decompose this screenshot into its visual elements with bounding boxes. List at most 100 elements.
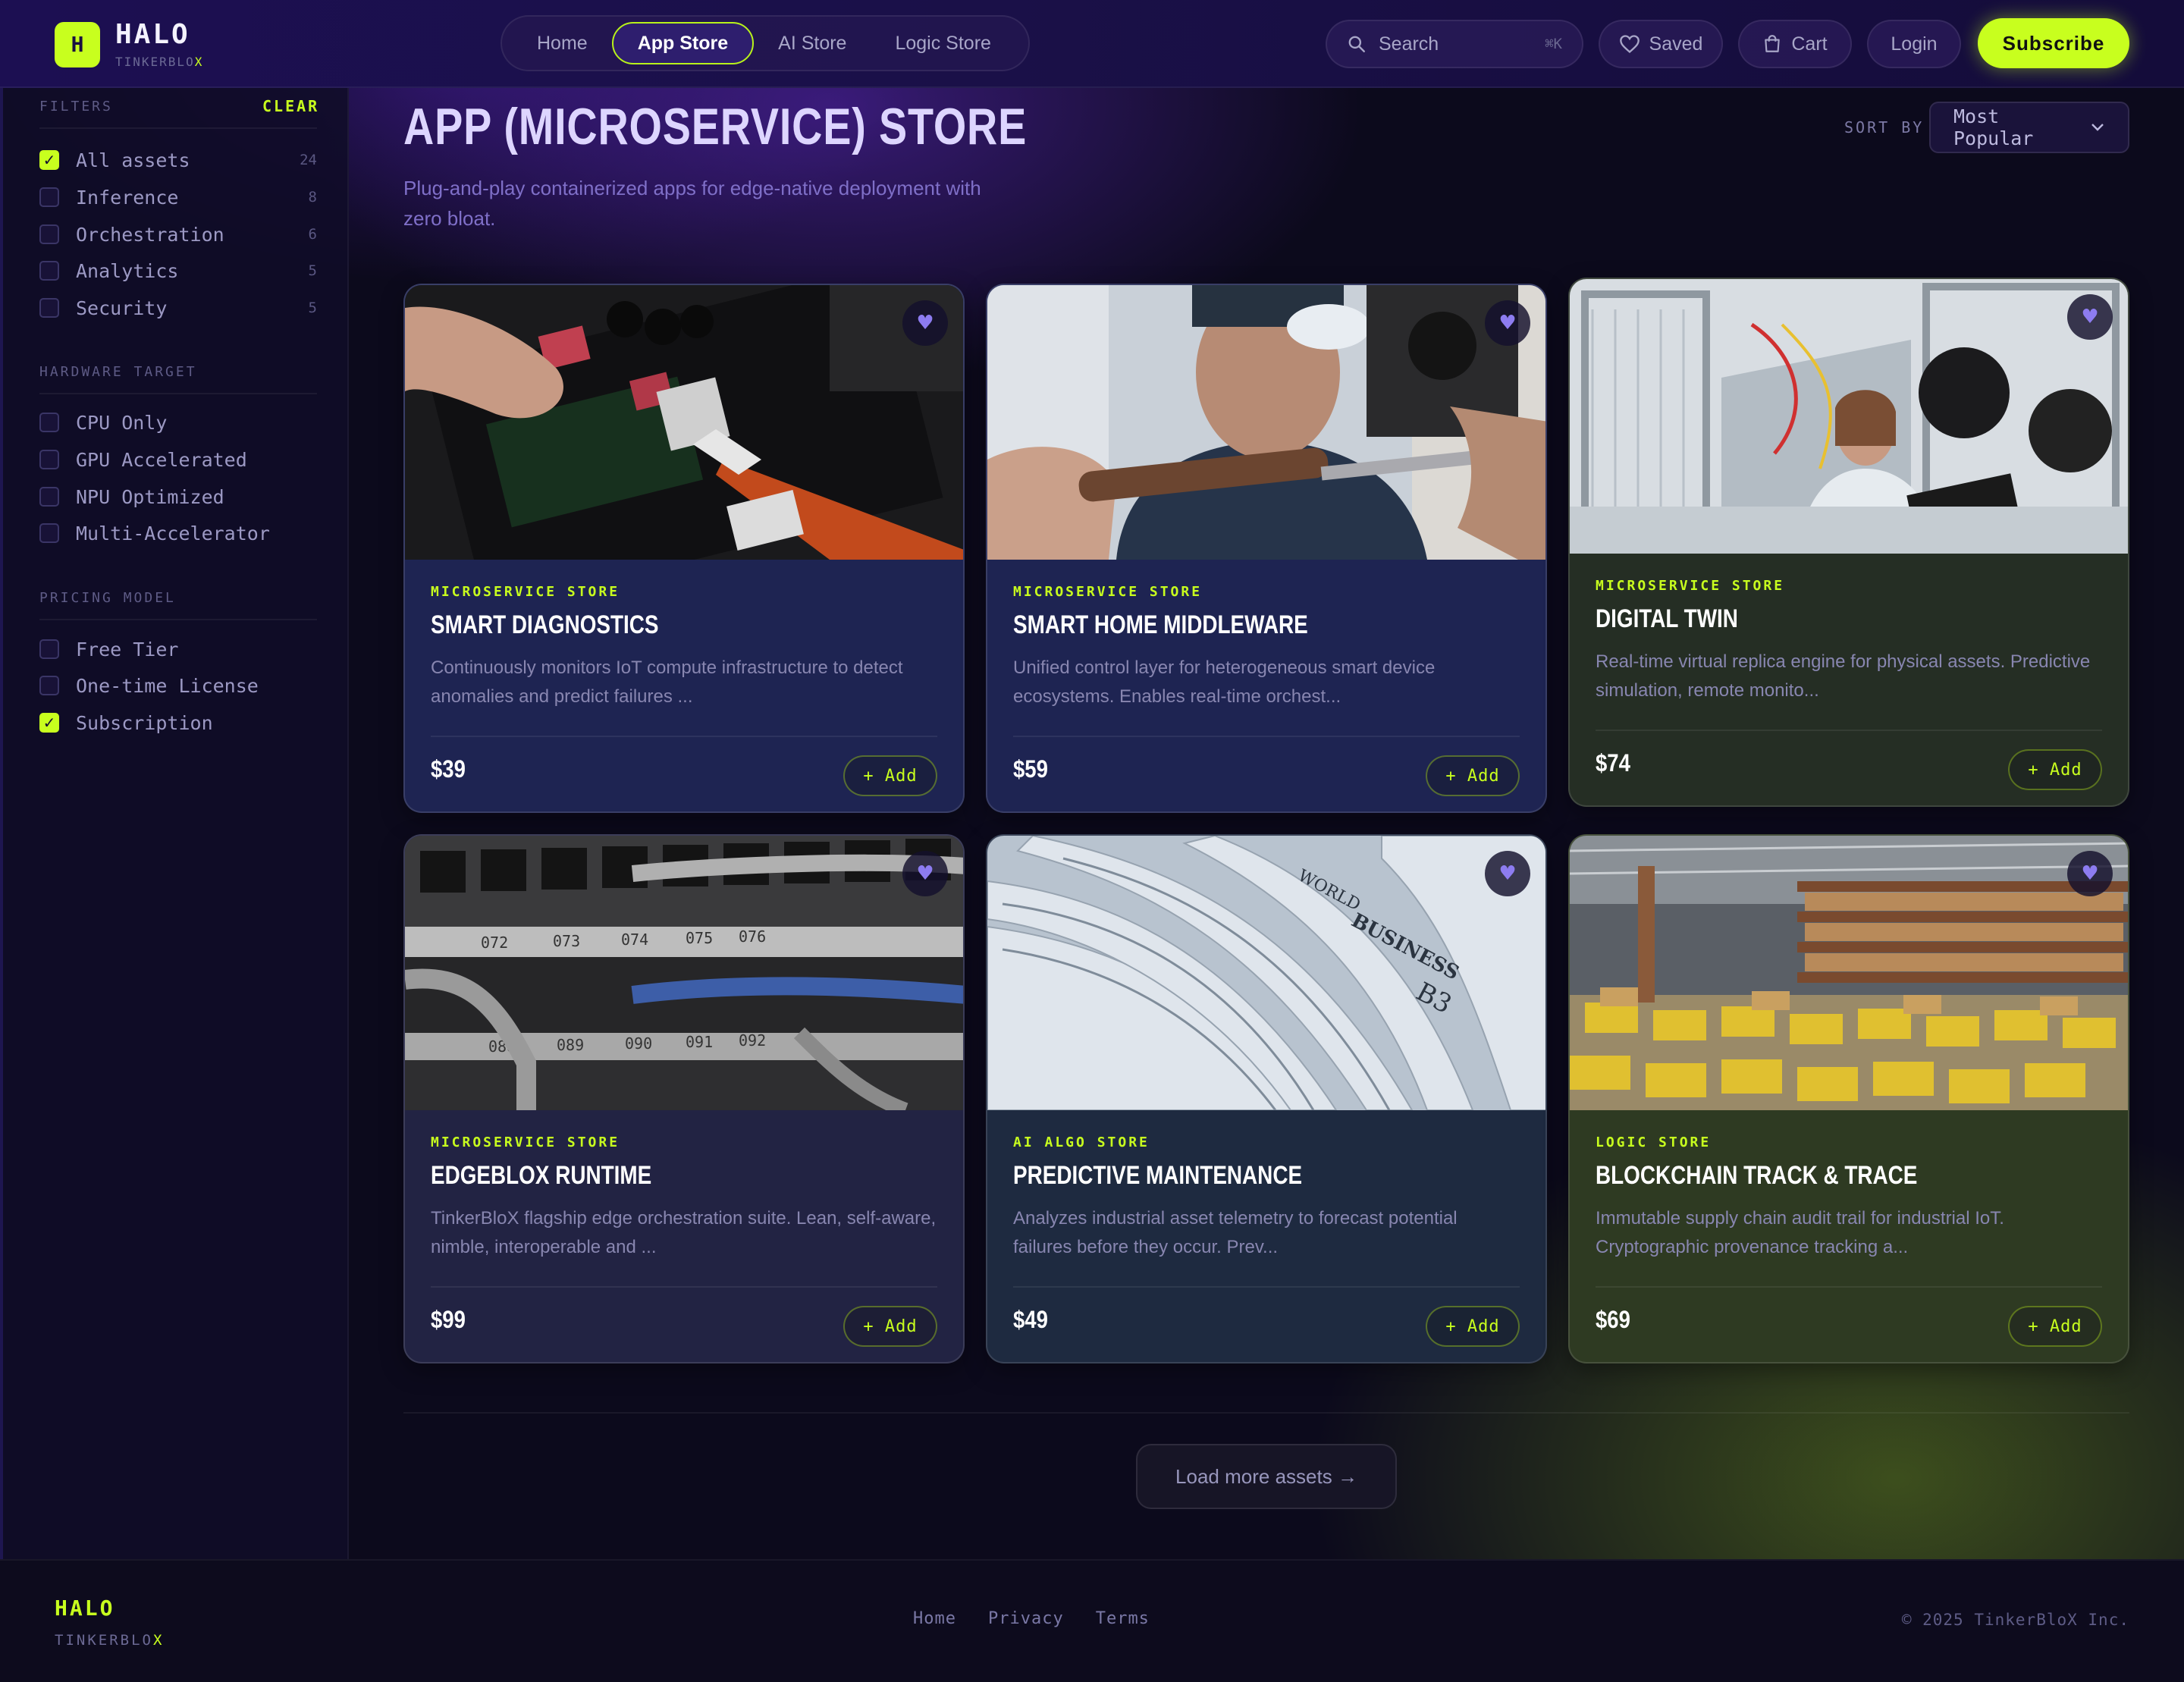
card-title: SMART HOME MIDDLEWARE [1013, 610, 1308, 639]
search-input[interactable]: Search ⌘K [1326, 20, 1583, 68]
brand-logo[interactable]: H HALO TINKERBLOX [55, 20, 203, 69]
page-subtitle: Plug-and-play containerized apps for edg… [403, 177, 981, 230]
filter-label: One-time License [76, 674, 259, 697]
heart-icon[interactable]: ♥ [1485, 851, 1530, 896]
heart-icon[interactable]: ♥ [2067, 294, 2113, 340]
checkbox-icon[interactable] [39, 261, 59, 281]
add-to-cart-button[interactable]: + Add [2008, 1306, 2102, 1347]
filter-all-assets[interactable]: ✓ All assets 24 [39, 147, 317, 173]
top-header: H HALO TINKERBLOX Home App Store AI Stor… [0, 0, 2184, 88]
checkbox-checked-icon[interactable]: ✓ [39, 713, 59, 733]
divider [1596, 1286, 2102, 1288]
filter-label: Analytics [76, 259, 179, 282]
add-to-cart-button[interactable]: + Add [2008, 749, 2102, 790]
footer-link-privacy[interactable]: Privacy [988, 1609, 1064, 1628]
filter-npu-optimized[interactable]: NPU Optimized [39, 484, 317, 510]
card-price: $49 [1013, 1306, 1048, 1333]
footer-link-terms[interactable]: Terms [1096, 1609, 1150, 1628]
checkbox-icon[interactable] [39, 523, 59, 543]
checkbox-icon[interactable] [39, 298, 59, 318]
login-button[interactable]: Login [1867, 20, 1961, 68]
checkbox-checked-icon[interactable]: ✓ [39, 150, 59, 170]
card-description: Unified control layer for heterogeneous … [1013, 657, 1436, 707]
footer-brand-name[interactable]: HALO [55, 1596, 115, 1621]
sort-value: Most Popular [1953, 105, 2034, 149]
search-label: Search [1379, 33, 1439, 55]
checkbox-icon[interactable] [39, 676, 59, 695]
nav-item-home[interactable]: Home [513, 22, 612, 64]
port-label: 089 [557, 1036, 584, 1054]
filter-one-time-license[interactable]: One-time License [39, 673, 317, 698]
product-card-blockchain-track-trace[interactable]: ♥ LOGIC STORE BLOCKCHAIN TRACK & TRACE I… [1568, 834, 2129, 1363]
heart-icon[interactable]: ♥ [1485, 300, 1530, 346]
nav-item-logic-store[interactable]: Logic Store [871, 22, 1015, 64]
filter-cpu-only[interactable]: CPU Only [39, 410, 317, 435]
clear-filters-button[interactable]: CLEAR [262, 97, 319, 115]
checkbox-icon[interactable] [39, 639, 59, 659]
divider [39, 393, 317, 394]
warehouse-image [1570, 836, 2128, 1110]
checkbox-icon[interactable] [39, 450, 59, 469]
filter-label: Free Tier [76, 638, 179, 661]
sort-select[interactable]: Most Popular [1929, 102, 2129, 153]
product-card-smart-diagnostics[interactable]: ♥ MICROSERVICE STORE SMART DIAGNOSTICS C… [403, 284, 965, 813]
port-label: 090 [625, 1034, 652, 1053]
footer-links: Home Privacy Terms [913, 1609, 1181, 1628]
cart-button[interactable]: Cart [1738, 20, 1852, 68]
filter-label: CPU Only [76, 411, 168, 434]
card-price: $59 [1013, 755, 1048, 783]
nav-item-app-store[interactable]: App Store [611, 22, 755, 64]
saved-label: Saved [1649, 33, 1703, 55]
divider [1013, 1286, 1520, 1288]
network-patch-panel-image: 072 073 074 075 076 088 089 090 091 092 [405, 836, 963, 1110]
filter-label: Security [76, 297, 168, 319]
checkbox-icon[interactable] [39, 224, 59, 244]
filter-label: Inference [76, 186, 179, 209]
port-label: 074 [621, 930, 648, 949]
newspaper-stack-image: WORLD BUSINESS B3 [987, 836, 1545, 1110]
heart-icon[interactable]: ♥ [902, 851, 948, 896]
filter-sidebar: FILTERS CLEAR ✓ All assets 24 Inference … [0, 88, 349, 1559]
filter-label: All assets [76, 149, 190, 171]
filter-free-tier[interactable]: Free Tier [39, 636, 317, 662]
card-body: MICROSERVICE STORE SMART HOME MIDDLEWARE… [1013, 560, 1520, 711]
footer-link-home[interactable]: Home [913, 1609, 956, 1628]
card-description: Continuously monitors IoT compute infras… [431, 657, 903, 707]
checkbox-icon[interactable] [39, 187, 59, 207]
add-to-cart-button[interactable]: + Add [1426, 755, 1520, 796]
card-body: LOGIC STORE BLOCKCHAIN TRACK & TRACE Imm… [1596, 1110, 2102, 1262]
card-price: $39 [431, 755, 466, 783]
heart-icon[interactable]: ♥ [902, 300, 948, 346]
add-to-cart-button[interactable]: + Add [1426, 1306, 1520, 1347]
filter-subscription[interactable]: ✓ Subscription [39, 710, 317, 736]
checkbox-icon[interactable] [39, 413, 59, 432]
filter-inference[interactable]: Inference 8 [39, 184, 317, 210]
port-label: 091 [686, 1033, 713, 1051]
card-price: $69 [1596, 1306, 1630, 1333]
heart-icon[interactable]: ♥ [2067, 851, 2113, 896]
card-title: DIGITAL TWIN [1596, 604, 1738, 633]
load-more-button[interactable]: Load more assets → [1136, 1444, 1397, 1509]
nav-item-ai-store[interactable]: AI Store [754, 22, 871, 64]
add-to-cart-button[interactable]: + Add [843, 1306, 937, 1347]
filter-analytics[interactable]: Analytics 5 [39, 258, 317, 284]
add-to-cart-button[interactable]: + Add [843, 755, 937, 796]
product-card-edgeblox-runtime[interactable]: 072 073 074 075 076 088 089 090 091 092 … [403, 834, 965, 1363]
footer-brand-sub-x: X [152, 1632, 165, 1649]
divider [1596, 730, 2102, 731]
checkbox-icon[interactable] [39, 487, 59, 507]
product-card-predictive-maintenance[interactable]: WORLD BUSINESS B3 ♥ AI ALGO STORE PREDIC… [986, 834, 1547, 1363]
saved-button[interactable]: Saved [1599, 20, 1723, 68]
filter-gpu-accelerated[interactable]: GPU Accelerated [39, 447, 317, 472]
brand-sub: TINKERBLOX [115, 55, 203, 69]
filter-orchestration[interactable]: Orchestration 6 [39, 221, 317, 247]
product-card-digital-twin[interactable]: ♥ MICROSERVICE STORE DIGITAL TWIN Real-t… [1568, 278, 2129, 807]
pricing-model-heading: PRICING MODEL [39, 590, 176, 606]
subscribe-button[interactable]: Subscribe [1978, 18, 2129, 68]
card-description: Real-time virtual replica engine for phy… [1596, 651, 2091, 701]
port-label: 073 [553, 932, 580, 950]
product-card-smart-home-middleware[interactable]: ♥ MICROSERVICE STORE SMART HOME MIDDLEWA… [986, 284, 1547, 813]
filter-multi-accelerator[interactable]: Multi-Accelerator [39, 520, 317, 546]
filter-security[interactable]: Security 5 [39, 295, 317, 321]
cart-label: Cart [1791, 33, 1828, 55]
